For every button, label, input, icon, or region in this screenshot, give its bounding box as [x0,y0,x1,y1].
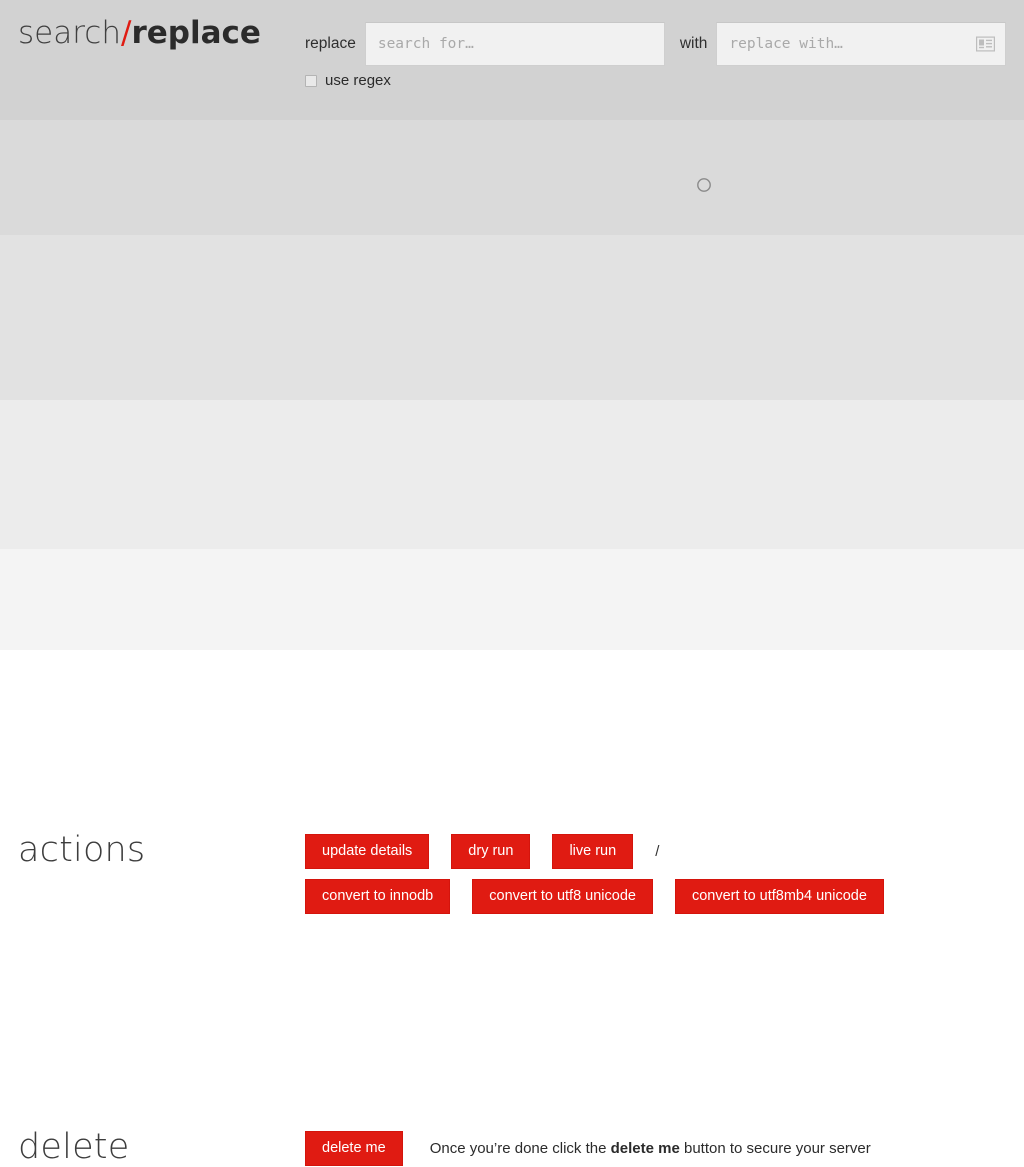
app-logo: search/replace [18,18,261,49]
logo-slash: / [120,15,132,51]
search-input[interactable] [364,22,665,66]
section-title-delete: delete [18,1127,130,1167]
use-regex-checkbox[interactable] [305,74,317,87]
logo-text-replace: replace [131,15,261,51]
update-details-button[interactable]: update details [305,834,430,869]
use-regex-label: use regex [325,72,391,89]
dry-run-button[interactable]: dry run [451,834,531,869]
delete-note-prefix: Once you’re done click the [429,1140,611,1157]
replace-label: replace [305,35,356,52]
convert-to-innodb-button[interactable]: convert to innodb [305,879,451,914]
app-root: search/replace replace with [0,0,1024,1166]
live-run-button[interactable]: live run [552,834,634,869]
section-search-replace: search/replace replace with [0,0,1024,120]
section-database: database name user pass host port [0,120,1024,325]
use-regex-row: use regex [305,72,391,89]
delete-note-strong: delete me [610,1140,680,1157]
section-actions: actions update details dry run live run … [0,400,1024,914]
delete-me-button[interactable]: delete me [305,1131,403,1166]
search-replace-fields: replace with [305,22,1007,66]
delete-instruction-text: Once you’re done click the delete me but… [430,1140,871,1157]
delete-row: delete me Once you’re done click the del… [305,1131,871,1166]
delete-note-suffix: button to secure your server [679,1140,871,1157]
replace-with-wrapper [716,22,1007,66]
actions-separator: / [655,843,660,860]
section-tables: tables all tables select tables columns … [0,235,1024,606]
section-title-actions: actions [18,830,146,870]
convert-to-utf8-button[interactable]: convert to utf8 unicode [472,879,653,914]
replace-with-input[interactable] [716,22,1007,66]
section-delete: delete delete me Once you’re done click … [0,549,1024,1166]
actions-row-primary: update details dry run live run / [305,834,659,869]
convert-to-utf8mb4-button[interactable]: convert to utf8mb4 unicode [674,879,884,914]
actions-row-convert: convert to innodb convert to utf8 unicod… [305,879,884,914]
logo-text-search: search [18,15,121,51]
with-label: with [679,35,708,52]
